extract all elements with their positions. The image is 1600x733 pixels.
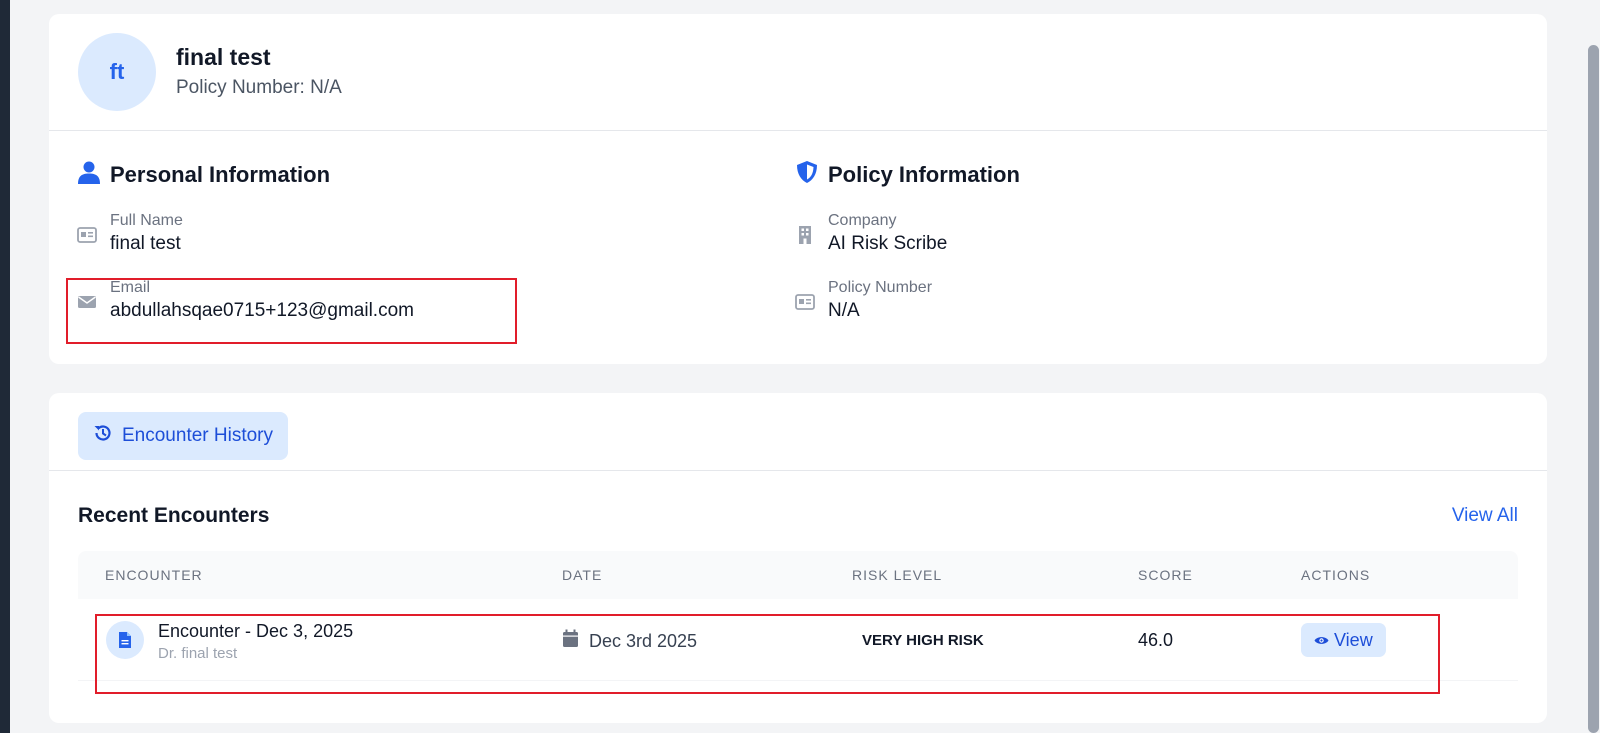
policy-number-label: Policy Number xyxy=(828,279,933,296)
shield-icon xyxy=(795,160,819,190)
history-icon xyxy=(93,423,113,449)
avatar: ft xyxy=(78,33,156,111)
full-name-value: final test xyxy=(110,233,181,254)
scrollbar-thumb[interactable] xyxy=(1588,45,1599,733)
id-card-icon xyxy=(77,225,97,245)
left-edge-panel xyxy=(0,0,10,733)
building-icon xyxy=(795,225,815,245)
encounter-date: Dec 3rd 2025 xyxy=(562,629,697,653)
policy-info-label: Policy Information xyxy=(828,162,1020,187)
encounter-title[interactable]: Encounter - Dec 3, 2025 xyxy=(158,621,353,642)
scrollbar-track[interactable] xyxy=(1586,0,1600,733)
company-label: Company xyxy=(828,212,897,229)
view-encounter-button[interactable]: View xyxy=(1301,623,1386,657)
envelope-icon xyxy=(77,292,97,312)
column-header-date: DATE xyxy=(562,567,603,583)
column-header-encounter: ENCOUNTER xyxy=(105,567,203,583)
view-button-label: View xyxy=(1334,629,1373,650)
table-header: ENCOUNTER DATE RISK LEVEL SCORE ACTIONS xyxy=(78,551,1518,599)
recent-encounters-title: Recent Encounters xyxy=(78,504,270,527)
column-header-actions: ACTIONS xyxy=(1301,567,1371,583)
full-name-label: Full Name xyxy=(110,212,183,229)
calendar-icon xyxy=(562,629,579,653)
table-row[interactable]: Encounter - Dec 3, 2025 Dr. final test D… xyxy=(78,599,1518,681)
profile-name: final test xyxy=(176,44,271,70)
column-header-risk-level: RISK LEVEL xyxy=(852,567,943,583)
email-value: abdullahsqae0715+123@gmail.com xyxy=(110,300,414,321)
policy-number-value: N/A xyxy=(828,300,860,321)
personal-info-title: Personal Information xyxy=(77,160,330,190)
encounter-date-text: Dec 3rd 2025 xyxy=(589,630,698,651)
encounter-doctor: Dr. final test xyxy=(158,645,238,662)
tab-encounter-history-label: Encounter History xyxy=(122,425,274,446)
email-label: Email xyxy=(110,279,151,296)
company-value: AI Risk Scribe xyxy=(828,233,948,254)
email-field: Email abdullahsqae0715+123@gmail.com xyxy=(77,278,414,324)
encounters-card: Encounter History Recent Encounters View… xyxy=(49,393,1547,723)
profile-policy-number: Policy Number: N/A xyxy=(176,77,342,98)
encounter-score: 46.0 xyxy=(1138,630,1174,650)
eye-icon xyxy=(1314,630,1329,651)
encounters-header: Encounter History xyxy=(49,393,1547,471)
policy-number-field: Policy Number N/A xyxy=(795,278,932,324)
full-name-field: Full Name final test xyxy=(77,211,183,257)
id-card-icon xyxy=(795,292,815,312)
tab-encounter-history[interactable]: Encounter History xyxy=(78,412,289,460)
company-field: Company AI Risk Scribe xyxy=(795,211,947,257)
column-header-score: SCORE xyxy=(1138,567,1193,583)
user-icon xyxy=(77,160,101,190)
personal-info-label: Personal Information xyxy=(110,162,331,187)
document-icon xyxy=(106,621,144,659)
profile-card: ft final test Policy Number: N/A Persona… xyxy=(49,14,1547,364)
risk-level-badge: VERY HIGH RISK xyxy=(862,632,984,649)
view-all-link[interactable]: View All xyxy=(1452,505,1518,527)
encounters-table: ENCOUNTER DATE RISK LEVEL SCORE ACTIONS … xyxy=(78,551,1518,681)
profile-header: ft final test Policy Number: N/A xyxy=(49,14,1547,131)
policy-info-title: Policy Information xyxy=(795,160,1020,190)
